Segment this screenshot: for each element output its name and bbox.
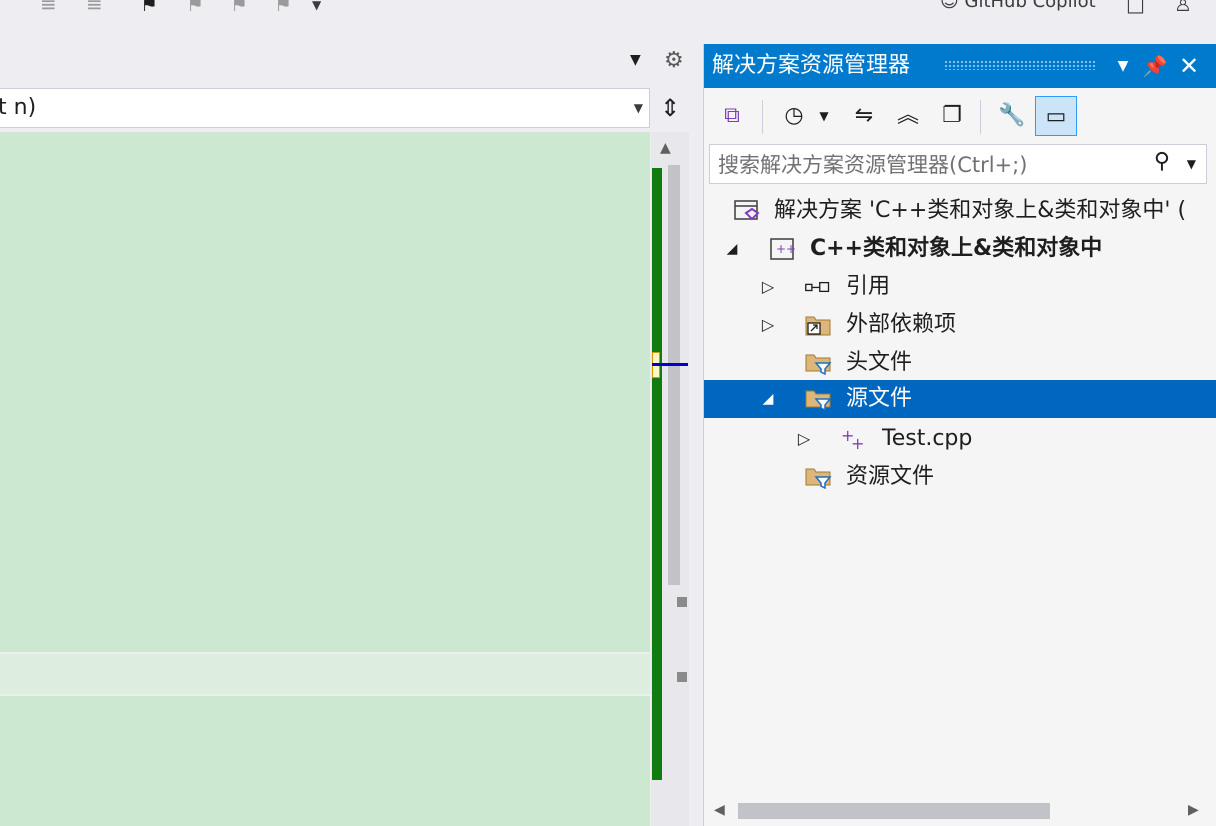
tree-item-references[interactable]: ▷ 引用 xyxy=(704,268,1216,306)
toolbar-separator xyxy=(762,100,763,134)
copilot-icon: ☺ xyxy=(940,0,965,12)
tree-item-project[interactable]: ◢ ++ C++类和对象上&类和对象中 xyxy=(704,230,1216,268)
cpp-project-icon: ++ xyxy=(770,238,796,260)
panel-title: 解决方案资源管理器 xyxy=(712,53,911,78)
tree-item-label: 外部依赖项 xyxy=(846,312,957,337)
outdent-icon[interactable]: ≡ xyxy=(86,0,103,14)
scroll-marker xyxy=(677,672,687,682)
current-line-highlight xyxy=(0,652,650,696)
references-icon xyxy=(805,281,830,293)
editor-header xyxy=(0,44,700,84)
chevron-down-icon[interactable]: ▼ xyxy=(814,96,834,136)
show-all-files-icon[interactable]: ❐ xyxy=(934,96,970,136)
tree-item-label: 解决方案 'C++类和对象上&类和对象中' ( xyxy=(774,198,1187,223)
tree-item-test-cpp[interactable]: ▷ + + Test.cpp xyxy=(704,420,1216,458)
tree-item-label: 头文件 xyxy=(846,350,913,375)
pending-changes-icon[interactable]: ◷ xyxy=(776,96,812,136)
solution-explorer-titlebar[interactable]: 解决方案资源管理器 ▼ 📌 ✕ xyxy=(704,44,1216,88)
sync-icon[interactable]: ⇋ xyxy=(846,96,882,136)
change-tracking-bar xyxy=(652,168,662,780)
chevron-down-icon: ▼ xyxy=(633,101,643,115)
close-icon[interactable]: ✕ xyxy=(1174,44,1204,88)
tree-item-label: 资源文件 xyxy=(846,464,935,489)
tree-item-label: C++类和对象上&类和对象中 xyxy=(810,236,1103,261)
filter-folder-icon xyxy=(805,468,832,489)
tree-item-solution[interactable]: 解决方案 'C++类和对象上&类和对象中' ( xyxy=(704,192,1216,230)
toolbar-overflow-icon[interactable]: ▼ xyxy=(312,0,321,12)
member-nav-combo[interactable]: t n) ▼ xyxy=(0,88,650,128)
solution-icon xyxy=(734,200,760,221)
bookmark-next-icon[interactable]: ⚑ xyxy=(230,0,248,14)
folder-link-icon xyxy=(805,316,831,336)
tree-item-label: 引用 xyxy=(846,274,891,299)
member-nav-text: t n) xyxy=(0,95,37,120)
share-icon[interactable]: □ xyxy=(1126,0,1145,14)
tree-item-external-deps[interactable]: ▷ 外部依赖项 xyxy=(704,306,1216,344)
chevron-down-icon[interactable]: ▼ xyxy=(1187,157,1196,171)
scrollbar-thumb[interactable] xyxy=(738,803,1050,819)
account-icon[interactable]: ♙ xyxy=(1174,0,1192,14)
collapsed-icon[interactable]: ▷ xyxy=(758,268,778,306)
vs-solution-icon[interactable]: ⧉ xyxy=(714,96,750,136)
tree-item-label: 源文件 xyxy=(846,386,913,411)
expanded-icon[interactable]: ◢ xyxy=(722,230,742,268)
bookmark-clear-icon[interactable]: ⚑ xyxy=(274,0,292,14)
preview-selected-icon[interactable]: ▭ xyxy=(1035,96,1077,136)
code-editor[interactable] xyxy=(0,132,650,826)
solution-search-box[interactable]: ⚲ ▼ xyxy=(709,144,1207,184)
svg-text:+: + xyxy=(851,434,864,451)
split-icon: ⇕ xyxy=(659,94,681,122)
scroll-marker xyxy=(677,597,687,607)
filter-folder-icon xyxy=(805,354,832,375)
filter-folder-icon xyxy=(805,390,832,411)
scrollbar-thumb[interactable] xyxy=(668,165,680,585)
window-position-icon[interactable]: ▼ xyxy=(1108,44,1138,88)
scroll-left-icon[interactable]: ◀ xyxy=(714,802,725,818)
tree-item-label: Test.cpp xyxy=(882,426,973,451)
search-input[interactable] xyxy=(716,148,1140,182)
scroll-right-icon[interactable]: ▶ xyxy=(1188,802,1199,818)
toolbar-separator xyxy=(980,100,981,134)
caret-position-line xyxy=(652,363,688,366)
cpp-file-icon: + + xyxy=(841,427,864,451)
collapsed-icon[interactable]: ▷ xyxy=(758,306,778,344)
chevron-down-icon[interactable]: ▼ xyxy=(630,52,641,68)
properties-wrench-icon[interactable]: 🔧 xyxy=(994,96,1030,136)
pin-icon[interactable]: 📌 xyxy=(1140,44,1170,88)
tree-item-source-files[interactable]: ◢ 源文件 xyxy=(704,380,1216,418)
scroll-up-icon[interactable]: ▲ xyxy=(660,140,671,156)
gear-icon[interactable]: ⚙ xyxy=(664,48,684,73)
collapsed-icon[interactable]: ▷ xyxy=(794,420,814,458)
bookmark-icon[interactable]: ⚑ xyxy=(140,0,158,14)
main-toolbar: ≡ ≡ ⚑ ⚑ ⚑ ⚑ ▼ ☺ GitHub Copilot □ ♙ xyxy=(0,0,1216,14)
svg-text:++: ++ xyxy=(776,242,796,256)
tree-item-header-files[interactable]: 头文件 xyxy=(704,344,1216,382)
tree-item-resource-files[interactable]: 资源文件 xyxy=(704,458,1216,496)
copilot-button[interactable]: ☺ GitHub Copilot xyxy=(940,0,1096,12)
drag-grip[interactable] xyxy=(944,60,1096,70)
indent-icon[interactable]: ≡ xyxy=(40,0,57,14)
bookmark-prev-icon[interactable]: ⚑ xyxy=(186,0,204,14)
search-icon[interactable]: ⚲ xyxy=(1154,149,1170,174)
expanded-icon[interactable]: ◢ xyxy=(758,380,778,418)
collapse-all-icon[interactable]: ︽ xyxy=(890,96,926,136)
split-editor-button[interactable]: ⇕ xyxy=(652,88,688,128)
